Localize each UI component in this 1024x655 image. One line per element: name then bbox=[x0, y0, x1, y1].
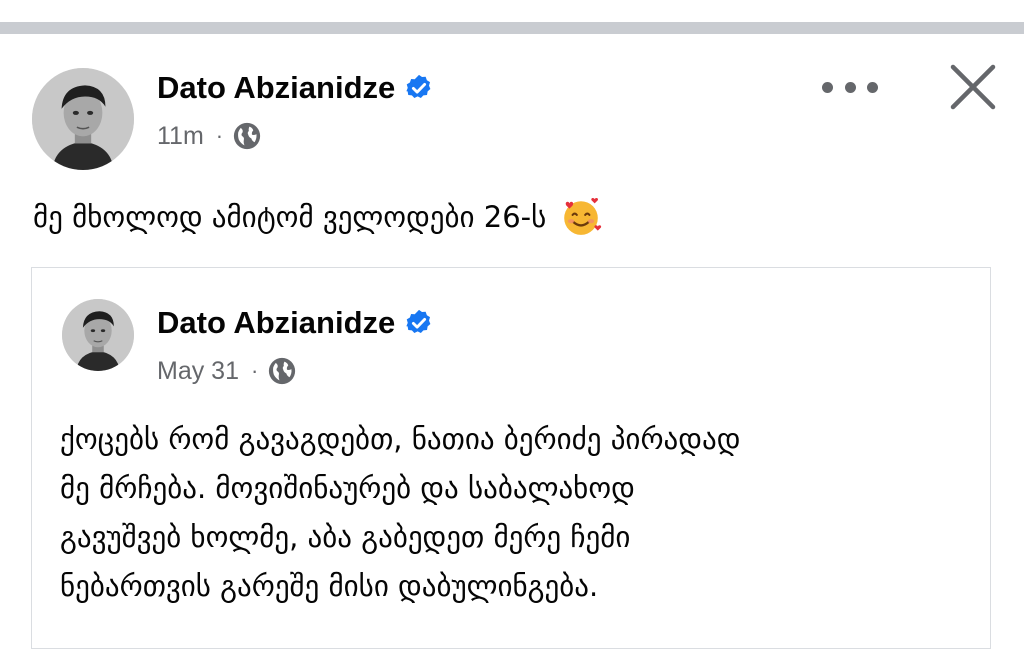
author-name[interactable]: Dato Abzianidze bbox=[157, 70, 434, 106]
globe-icon[interactable] bbox=[267, 356, 297, 386]
shared-author-name[interactable]: Dato Abzianidze bbox=[157, 305, 434, 341]
more-dot bbox=[844, 81, 856, 93]
author-avatar[interactable] bbox=[32, 68, 134, 170]
shared-post-line: ქოცებს რომ გავაგდებთ, ნათია ბერიძე პირად… bbox=[60, 422, 741, 456]
more-dot bbox=[867, 81, 878, 93]
verified-badge-icon bbox=[404, 308, 434, 338]
close-icon[interactable] bbox=[945, 62, 1001, 112]
shared-author-name-text[interactable]: Dato Abzianidze bbox=[157, 305, 395, 341]
post-time[interactable]: 11m bbox=[157, 122, 204, 151]
meta-separator: · bbox=[250, 358, 259, 383]
avatar-photo bbox=[32, 68, 134, 170]
shared-post-meta: May 31 · bbox=[157, 356, 297, 386]
avatar-photo bbox=[62, 299, 134, 371]
shared-post-line: მე მრჩება. მოვიშინაურებ და საბალახოდ bbox=[60, 471, 635, 505]
more-options-icon[interactable] bbox=[822, 70, 878, 104]
author-name-text[interactable]: Dato Abzianidze bbox=[157, 70, 395, 106]
post-meta: 11m · bbox=[157, 121, 262, 151]
shared-post-line: ნებართვის გარეშე მისი დაბულინგება. bbox=[60, 569, 599, 603]
shared-post-card[interactable]: Dato Abzianidze May 31 · ქოცებს რომ გავა… bbox=[31, 267, 991, 649]
shared-post-body: ქოცებს რომ გავაგდებთ, ნათია ბერიძე პირად… bbox=[60, 415, 960, 611]
post-text: მე მხოლოდ ამიტომ ველოდები 26-ს bbox=[33, 200, 547, 234]
post-body: მე მხოლოდ ამიტომ ველოდები 26-ს bbox=[33, 196, 602, 238]
meta-separator: · bbox=[215, 123, 224, 148]
top-divider bbox=[0, 22, 1024, 34]
smiling-face-with-hearts-icon bbox=[560, 196, 602, 238]
verified-badge-icon bbox=[404, 73, 434, 103]
shared-author-avatar[interactable] bbox=[62, 299, 134, 371]
more-dot bbox=[822, 81, 833, 93]
globe-icon[interactable] bbox=[232, 121, 262, 151]
shared-post-time[interactable]: May 31 bbox=[157, 357, 239, 386]
shared-post-line: გავუშვებ ხოლმე, აბა გაბედეთ მერე ჩემი bbox=[60, 520, 631, 554]
